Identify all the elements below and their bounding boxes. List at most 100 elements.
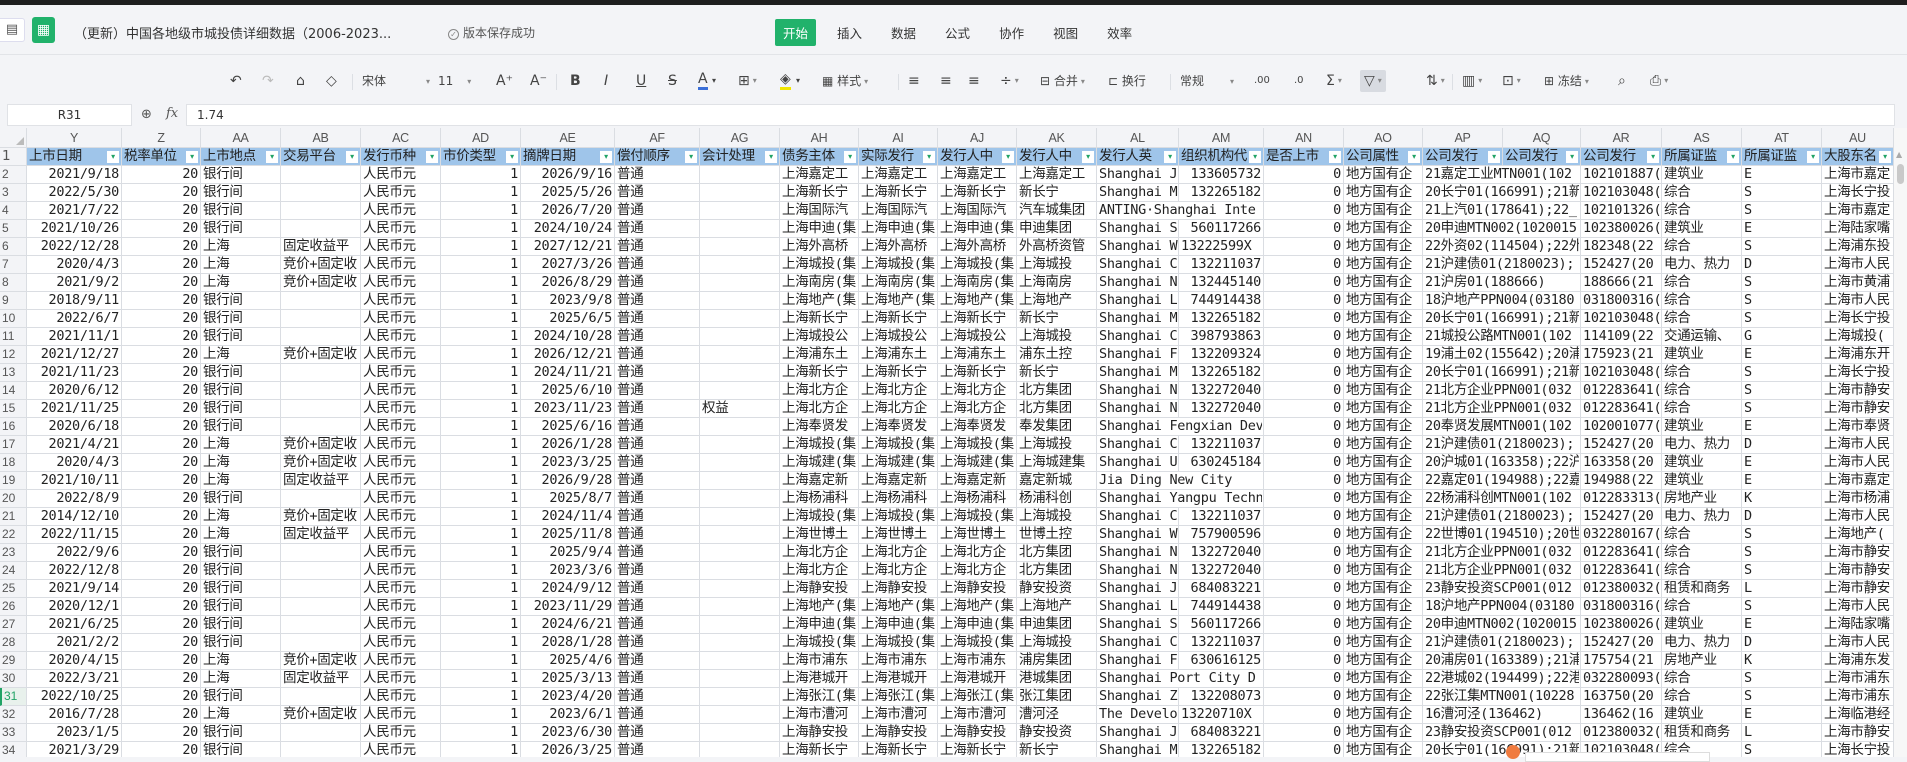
cell-af[interactable]: 普通 (615, 742, 700, 757)
filter-dropdown-icon[interactable]: ▾ (426, 151, 438, 163)
cell-at[interactable]: S (1742, 670, 1822, 688)
column-header-af[interactable]: AF (615, 128, 700, 148)
cell-an[interactable]: 0 (1264, 706, 1344, 724)
cell-ap[interactable]: 20长宁01(166991);21新 (1423, 742, 1579, 757)
cell-z[interactable]: 20 (122, 202, 201, 220)
cell-ap[interactable]: 18沪地产PPN004(03180 (1423, 292, 1579, 310)
cell-at[interactable]: E (1742, 346, 1822, 364)
cell-aa[interactable]: 银行间 (201, 418, 281, 436)
cell-ak[interactable]: 上海地产 (1017, 292, 1097, 310)
cell-as[interactable]: 综合 (1662, 544, 1742, 562)
cell-au[interactable]: 上海市人民 (1822, 256, 1894, 274)
cell-af[interactable]: 普通 (615, 166, 700, 184)
cell-au[interactable]: 上海市人民 (1822, 436, 1894, 454)
cell-al[interactable]: Shanghai L (1097, 598, 1179, 616)
cell-aj[interactable]: 上海静安投 (938, 724, 1017, 742)
cell-ah[interactable]: 上海世博土 (780, 526, 859, 544)
cell-aj[interactable]: 上海市浦东 (938, 652, 1017, 670)
row-number[interactable]: 14 (0, 382, 27, 400)
cell-as[interactable]: 电力、热力 (1662, 508, 1742, 526)
cell-at[interactable]: S (1742, 292, 1822, 310)
cell-ad[interactable]: 1 (441, 256, 521, 274)
cell-aj[interactable]: 上海地产(集 (938, 292, 1017, 310)
cell-y[interactable]: 2021/12/27 (27, 346, 122, 364)
filter-dropdown-icon[interactable]: ▾ (1164, 151, 1176, 163)
cell-z[interactable]: 20 (122, 184, 201, 202)
cell-ac[interactable]: 人民币元 (361, 508, 441, 526)
cell-ai[interactable]: 上海北方企 (859, 544, 938, 562)
cell-ao[interactable]: 地方国有企 (1344, 580, 1423, 598)
cell-an[interactable]: 0 (1264, 580, 1344, 598)
cell-ad[interactable]: 1 (441, 634, 521, 652)
cell-ao[interactable]: 地方国有企 (1344, 292, 1423, 310)
cell-ap[interactable]: 22张江集MTN001(10228 (1423, 688, 1579, 706)
print-icon[interactable]: ⎙ ▾ (1650, 72, 1668, 90)
cell-aa[interactable]: 上海 (201, 508, 281, 526)
cell-aj[interactable]: 上海北方企 (938, 400, 1017, 418)
column-header-ab[interactable]: AB (281, 128, 361, 148)
zoom-icon[interactable]: ⊕ (141, 107, 152, 122)
cell-ap[interactable]: 16漕河泾(136462) (1423, 706, 1579, 724)
cell-y[interactable]: 2022/12/28 (27, 238, 122, 256)
cell-ae[interactable]: 2023/3/25 (521, 454, 615, 472)
chevron-down-icon[interactable]: ▾ (796, 72, 800, 90)
cell-ae[interactable]: 2025/6/16 (521, 418, 615, 436)
cell-ak[interactable]: 浦东土控 (1017, 346, 1097, 364)
cell-ah[interactable]: 上海新长宁 (780, 310, 859, 328)
cell-ar[interactable]: 188666(21 (1581, 274, 1662, 292)
cell-au[interactable]: 上海长宁投 (1822, 742, 1894, 757)
cell-aj[interactable]: 上海地产(集 (938, 598, 1017, 616)
cell-ai[interactable]: 上海新长宁 (859, 364, 938, 382)
cell-ak[interactable]: 漕河泾 (1017, 706, 1097, 724)
style-button[interactable]: ▦ 样式 ▾ (822, 72, 868, 91)
cell-ak[interactable]: 上海城投 (1017, 328, 1097, 346)
cell-z[interactable]: 20 (122, 292, 201, 310)
cell-aj[interactable]: 上海世博土 (938, 526, 1017, 544)
cell-ad[interactable]: 1 (441, 202, 521, 220)
cell-af[interactable]: 普通 (615, 508, 700, 526)
cell-au[interactable]: 上海陆家嘴 (1822, 616, 1894, 634)
cell-at[interactable]: K (1742, 490, 1822, 508)
cell-ae[interactable]: 2026/8/29 (521, 274, 615, 292)
cell-ae[interactable]: 2027/12/21 (521, 238, 615, 256)
cell-ah[interactable]: 上海国际汽 (780, 202, 859, 220)
cell-y[interactable]: 2018/9/11 (27, 292, 122, 310)
cell-aj[interactable]: 上海北方企 (938, 562, 1017, 580)
cell-at[interactable]: S (1742, 688, 1822, 706)
cell-ah[interactable]: 上海北方企 (780, 382, 859, 400)
cell-ac[interactable]: 人民币元 (361, 652, 441, 670)
cell-ag[interactable] (700, 562, 780, 580)
cell-al[interactable]: Shanghai M (1097, 184, 1179, 202)
cell-au[interactable]: 上海长宁投 (1822, 310, 1894, 328)
cell-af[interactable]: 普通 (615, 490, 700, 508)
cell-af[interactable]: 普通 (615, 598, 700, 616)
cell-ab[interactable] (281, 328, 361, 346)
cell-ap[interactable]: 23静安投资SCP001(012 (1423, 580, 1579, 598)
cell-y[interactable]: 2022/12/8 (27, 562, 122, 580)
cell-ah[interactable]: 上海新长宁 (780, 364, 859, 382)
cell-al[interactable]: Shanghai Fengxian Dev (1097, 418, 1262, 436)
cell-ag[interactable] (700, 454, 780, 472)
cell-ag[interactable] (700, 184, 780, 202)
cell-aa[interactable]: 银行间 (201, 580, 281, 598)
cell-an[interactable]: 0 (1264, 220, 1344, 238)
row-number[interactable]: 2 (0, 166, 27, 184)
cell-ah[interactable]: 上海申迪(集 (780, 220, 859, 238)
cell-am[interactable]: 560117266 (1179, 616, 1264, 634)
cell-al[interactable]: Shanghai N (1097, 544, 1179, 562)
cell-aj[interactable]: 上海城投(集 (938, 634, 1017, 652)
cell-at[interactable]: E (1742, 220, 1822, 238)
chevron-down-icon[interactable]: ▾ (712, 72, 716, 90)
cell-ad[interactable]: 1 (441, 346, 521, 364)
cell-z[interactable]: 20 (122, 346, 201, 364)
cell-ah[interactable]: 上海北方企 (780, 562, 859, 580)
cell-ae[interactable]: 2025/4/6 (521, 652, 615, 670)
cell-ar[interactable]: 102380026( (1581, 220, 1662, 238)
cell-ad[interactable]: 1 (441, 454, 521, 472)
filter-dropdown-icon[interactable]: ▾ (923, 151, 935, 163)
cell-ac[interactable]: 人民币元 (361, 400, 441, 418)
cell-ai[interactable]: 上海市漕河 (859, 706, 938, 724)
cell-aj[interactable]: 上海申迪(集 (938, 220, 1017, 238)
cell-aj[interactable]: 上海新长宁 (938, 742, 1017, 757)
row-number[interactable]: 24 (0, 562, 27, 580)
